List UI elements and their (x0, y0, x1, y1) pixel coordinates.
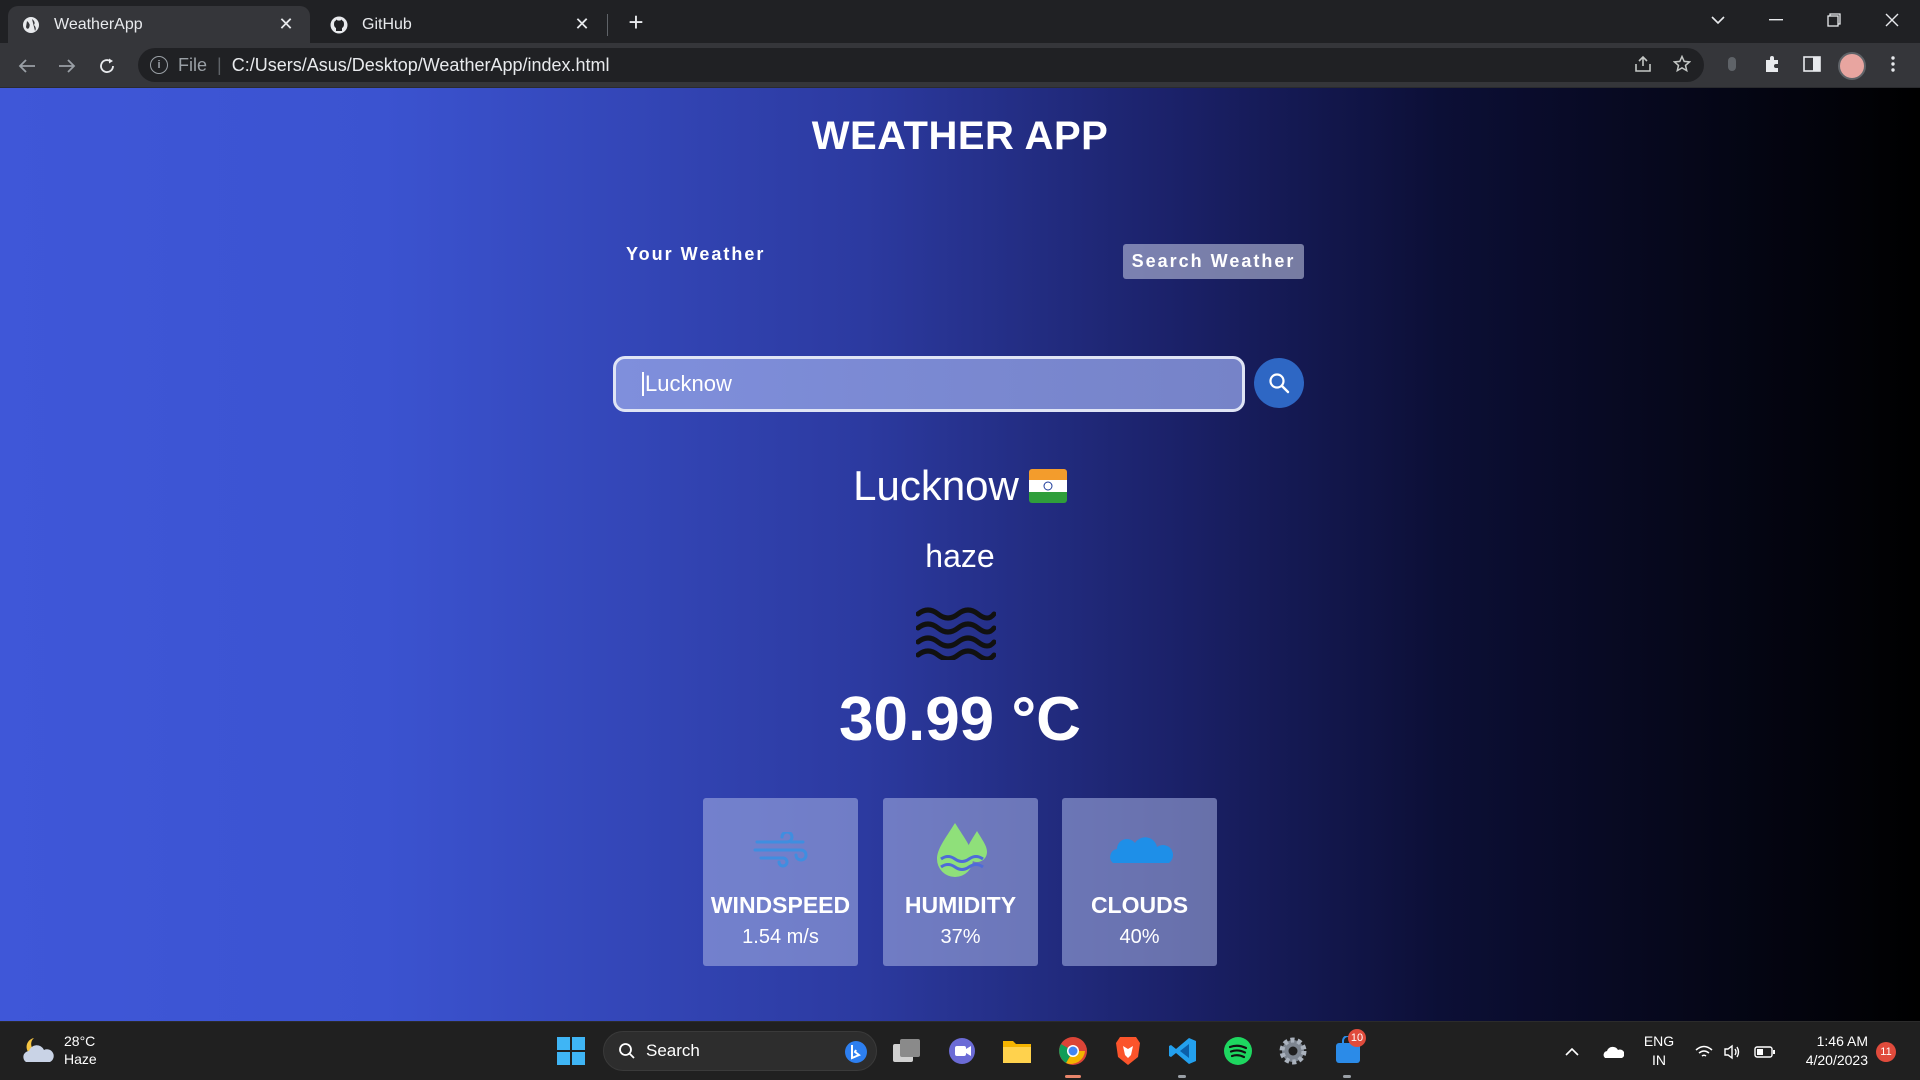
reload-icon[interactable] (92, 51, 122, 81)
show-hidden-icons-chevron-icon[interactable] (1560, 1022, 1584, 1080)
side-panel-icon[interactable] (1795, 47, 1829, 81)
city-heading: Lucknow (0, 462, 1920, 510)
language-line1: ENG (1643, 1033, 1675, 1049)
city-search-input[interactable]: Lucknow (613, 356, 1245, 412)
back-arrow-icon[interactable] (12, 51, 42, 81)
tab-title: WeatherApp (54, 15, 143, 33)
store-badge: 10 (1348, 1029, 1366, 1047)
notification-badge[interactable]: 11 (1876, 1042, 1896, 1062)
forward-arrow-icon[interactable] (52, 51, 82, 81)
teams-chat-icon[interactable] (942, 1031, 982, 1071)
weather-app-page: WEATHER APP Your Weather Search Weather … (0, 88, 1920, 1021)
taskbar-search-label: Search (646, 1041, 700, 1060)
clouds-card: CLOUDS 40% (1062, 798, 1217, 966)
close-icon[interactable]: ✕ (572, 14, 592, 35)
taskbar-search-box[interactable]: Search (603, 1031, 877, 1071)
minimize-icon[interactable] (1748, 0, 1804, 40)
onedrive-cloud-icon[interactable] (1598, 1022, 1628, 1080)
tab-search-chevron-icon[interactable] (1690, 0, 1746, 40)
restore-icon[interactable] (1806, 0, 1862, 40)
humidity-label: HUMIDITY (904, 892, 1017, 918)
menu-kebab-icon[interactable] (1876, 47, 1910, 81)
close-window-icon[interactable] (1864, 0, 1920, 40)
taskbar-clock[interactable]: 1:46 AM 4/20/2023 (1792, 1032, 1868, 1070)
file-explorer-icon[interactable] (997, 1031, 1037, 1071)
browser-tabstrip: WeatherApp ✕ GitHub ✕ + (0, 0, 1920, 43)
bookmark-star-icon[interactable] (1665, 47, 1699, 81)
volume-icon[interactable] (1720, 1022, 1744, 1080)
city-name: Lucknow (853, 462, 1019, 509)
clouds-value: 40% (1119, 926, 1160, 948)
india-flag-icon (1028, 469, 1067, 503)
language-line2: IN (1652, 1052, 1666, 1068)
windspeed-label: WINDSPEED (710, 892, 851, 918)
humidity-icon (883, 820, 1038, 880)
search-button[interactable] (1254, 358, 1304, 408)
city-search-value: Lucknow (645, 371, 732, 396)
extensions-puzzle-icon[interactable] (1755, 47, 1789, 81)
tab-search-weather[interactable]: Search Weather (1123, 244, 1304, 279)
extension-pin-icon[interactable] (1715, 47, 1749, 81)
moon-cloud-icon (23, 1038, 54, 1062)
wifi-icon[interactable] (1692, 1022, 1716, 1080)
weather-description: haze (925, 538, 995, 574)
humidity-card: HUMIDITY 37% (883, 798, 1038, 966)
chrome-icon[interactable] (1053, 1031, 1093, 1071)
windspeed-value: 1.54 m/s (742, 926, 819, 948)
store-open-indicator (1343, 1075, 1351, 1078)
windows-taskbar: 28°C Haze Search 10 ENG IN 1:46 AM 4/20/… (0, 1021, 1920, 1080)
taskbar-weather-widget[interactable]: 28°C Haze (20, 1032, 97, 1068)
brave-icon[interactable] (1108, 1031, 1148, 1071)
info-icon[interactable]: i (150, 56, 168, 74)
page-title: WEATHER APP (811, 114, 1109, 158)
clouds-label: CLOUDS (1090, 892, 1189, 918)
cloud-icon (1062, 820, 1217, 880)
search-icon (1269, 373, 1290, 394)
temperature-value: 30.99 °C (839, 685, 1081, 754)
tab-title: GitHub (362, 15, 412, 33)
address-scheme: File (178, 54, 208, 75)
globe-icon (22, 16, 40, 34)
vscode-open-indicator (1178, 1075, 1186, 1078)
clock-date: 4/20/2023 (1805, 1052, 1868, 1068)
close-icon[interactable]: ✕ (276, 14, 296, 35)
taskbar-weather-temp: 28°C (64, 1033, 96, 1049)
haze-icon (916, 607, 996, 660)
profile-avatar[interactable] (1838, 52, 1866, 80)
chrome-active-indicator (1065, 1075, 1081, 1078)
browser-tab-github[interactable]: GitHub ✕ (316, 6, 606, 43)
clock-time: 1:46 AM (1816, 1033, 1868, 1049)
bing-icon (845, 1041, 867, 1063)
battery-icon[interactable] (1752, 1022, 1778, 1080)
taskbar-weather-condition: Haze (64, 1051, 97, 1067)
github-icon (330, 16, 348, 34)
address-divider: | (217, 54, 222, 75)
windspeed-card: WINDSPEED 1.54 m/s (703, 798, 858, 966)
address-url: C:/Users/Asus/Desktop/WeatherApp/index.h… (231, 54, 610, 75)
settings-gear-icon[interactable] (1273, 1031, 1313, 1071)
spotify-icon[interactable] (1218, 1031, 1258, 1071)
wind-icon (703, 820, 858, 880)
text-caret (642, 372, 644, 396)
tab-divider (607, 14, 608, 36)
language-indicator[interactable]: ENG IN (1643, 1032, 1675, 1070)
new-tab-plus-icon[interactable]: + (622, 7, 650, 37)
windows-start-icon[interactable] (551, 1031, 591, 1071)
address-bar[interactable]: i File | C:/Users/Asus/Desktop/WeatherAp… (138, 48, 1704, 82)
share-icon[interactable] (1626, 47, 1660, 81)
tab-your-weather[interactable]: Your Weather (626, 244, 765, 265)
search-icon (619, 1043, 635, 1059)
browser-tab-weatherapp[interactable]: WeatherApp ✕ (8, 6, 310, 43)
vscode-icon[interactable] (1163, 1031, 1203, 1071)
task-view-icon[interactable] (887, 1031, 927, 1071)
humidity-value: 37% (940, 926, 981, 948)
browser-toolbar: i File | C:/Users/Asus/Desktop/WeatherAp… (0, 43, 1920, 88)
